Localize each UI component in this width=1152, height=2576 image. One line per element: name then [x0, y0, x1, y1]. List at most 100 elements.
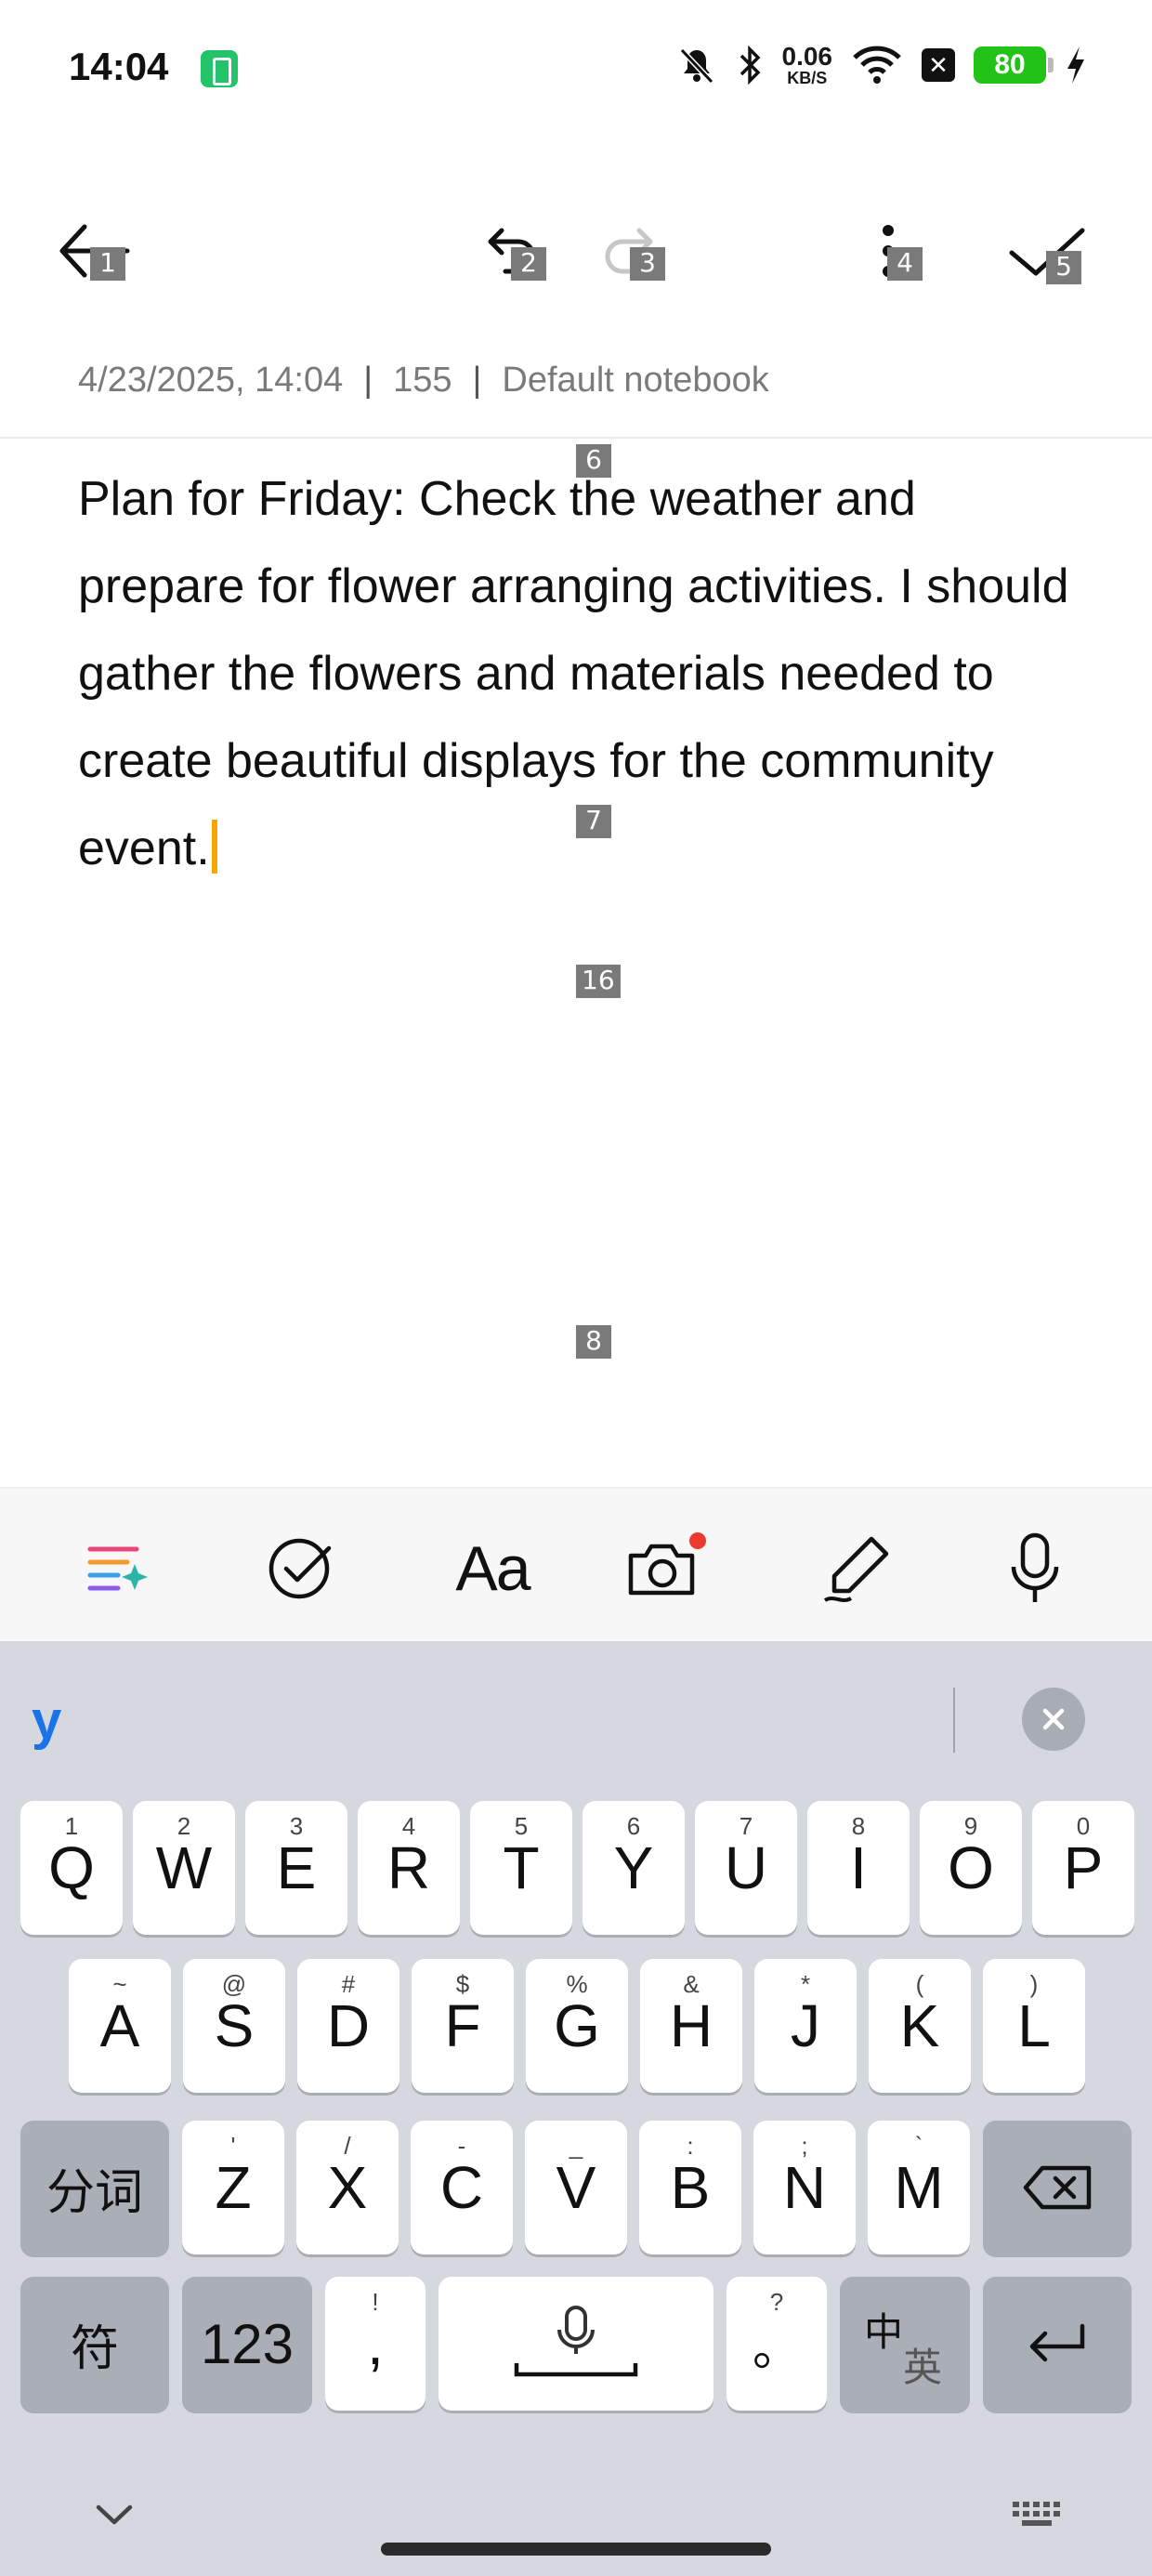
- comma-key[interactable]: ! ,: [325, 2277, 425, 2411]
- close-icon: [1042, 1708, 1065, 1730]
- mute-icon: [676, 45, 717, 85]
- language-switch-key[interactable]: 中 英: [840, 2277, 970, 2411]
- key-label: L: [1017, 1992, 1051, 2059]
- key-label: S: [214, 1992, 255, 2059]
- key-m[interactable]: ` M: [868, 2121, 970, 2254]
- key-f[interactable]: $ F: [412, 1959, 514, 2093]
- format-bar: Aa: [0, 1487, 1152, 1641]
- key-x[interactable]: / X: [296, 2121, 399, 2254]
- status-icons: 0.06 KB/S ✕ 80: [676, 37, 1088, 93]
- key-alt-label: *: [800, 1970, 811, 1998]
- key-label: T: [503, 1834, 540, 1901]
- handwriting-button[interactable]: [812, 1522, 905, 1615]
- key-n[interactable]: ; N: [753, 2121, 856, 2254]
- notebook-selector[interactable]: Default notebook: [502, 361, 768, 401]
- charging-icon: [1065, 45, 1087, 85]
- key-alt-label: `: [914, 2132, 923, 2160]
- key-alt-label: 1: [64, 1812, 79, 1840]
- key-label: X: [327, 2154, 368, 2221]
- meta-separator: |: [363, 361, 373, 400]
- key-label: C: [439, 2154, 484, 2221]
- checklist-button[interactable]: [255, 1522, 347, 1615]
- soft-keyboard: y 1Q2W3E4R5T6Y7U8I9O0P ~ A @ S # D $ F% G & H * J(K)…: [0, 1641, 1152, 2576]
- key-label: I: [850, 1834, 867, 1901]
- text-style-button[interactable]: Aa: [437, 1522, 548, 1615]
- key-q[interactable]: 1Q: [20, 1801, 123, 1935]
- key-label: M: [894, 2154, 944, 2221]
- key-e[interactable]: 3E: [245, 1801, 347, 1935]
- meta-separator: |: [472, 361, 482, 400]
- backspace-icon: [1023, 2165, 1092, 2210]
- element-badge: 2: [511, 247, 546, 281]
- language-switch-en: 英: [903, 2346, 943, 2389]
- key-r[interactable]: 4R: [358, 1801, 460, 1935]
- key-g[interactable]: % G: [526, 1959, 628, 2093]
- key-h[interactable]: & H: [640, 1959, 742, 2093]
- key-d[interactable]: # D: [297, 1959, 399, 2093]
- text-style-icon: Aa: [455, 1533, 530, 1604]
- key-z[interactable]: ' Z: [182, 2121, 284, 2254]
- key-label: D: [326, 1992, 371, 2059]
- element-badge: 3: [630, 247, 665, 281]
- element-badge: 5: [1046, 251, 1081, 284]
- period-key[interactable]: ? 。: [727, 2277, 827, 2411]
- sim-off-icon: ✕: [922, 48, 955, 82]
- wifi-icon: [851, 45, 903, 85]
- network-speed: 0.06 KB/S: [781, 42, 833, 87]
- chevron-down-icon: [96, 2504, 133, 2525]
- element-badge: 1: [90, 247, 125, 281]
- voice-input-button[interactable]: [988, 1522, 1081, 1615]
- key-alt-label: ;: [801, 2132, 808, 2160]
- space-key[interactable]: [439, 2277, 713, 2411]
- bluetooth-icon: [736, 45, 764, 85]
- keyboard-switch-button[interactable]: [1009, 2496, 1067, 2538]
- key-alt-label: :: [687, 2132, 694, 2160]
- camera-button[interactable]: [619, 1522, 712, 1615]
- key-y[interactable]: 6Y: [583, 1801, 685, 1935]
- hide-keyboard-button[interactable]: [89, 2496, 139, 2538]
- key-alt-label: -: [457, 2132, 466, 2160]
- key-u[interactable]: 7U: [695, 1801, 797, 1935]
- key-w[interactable]: 2W: [133, 1801, 235, 1935]
- element-badge: 7: [576, 805, 611, 838]
- key-c[interactable]: -C: [411, 2121, 513, 2254]
- battery-indicator: 80: [974, 46, 1054, 84]
- clear-composition-button[interactable]: [1022, 1688, 1085, 1751]
- key-label: R: [386, 1834, 431, 1901]
- backspace-key[interactable]: [983, 2121, 1132, 2254]
- key-v[interactable]: _ V: [525, 2121, 627, 2254]
- note-char-count: 155: [393, 361, 452, 400]
- key-alt-label: %: [566, 1970, 588, 1998]
- key-a[interactable]: ~ A: [69, 1959, 171, 2093]
- key-alt-label: 2: [177, 1812, 191, 1840]
- home-indicator[interactable]: [381, 2543, 771, 2556]
- key-alt-label: /: [344, 2132, 351, 2160]
- key-j[interactable]: * J: [754, 1959, 857, 2093]
- text-cursor: [211, 820, 217, 874]
- key-label: E: [276, 1834, 317, 1901]
- key-alt-label: 3: [289, 1812, 304, 1840]
- enter-key[interactable]: [983, 2277, 1132, 2411]
- key-s[interactable]: @ S: [183, 1959, 285, 2093]
- ai-format-button[interactable]: [71, 1522, 164, 1615]
- key-t[interactable]: 5T: [470, 1801, 572, 1935]
- key-b[interactable]: :B: [639, 2121, 741, 2254]
- key-alt-label: 5: [514, 1812, 529, 1840]
- key-k[interactable]: (K: [869, 1959, 971, 2093]
- space-mic-icon: [514, 2306, 638, 2377]
- key-label: N: [782, 2154, 827, 2221]
- key-alt-label: 9: [963, 1812, 978, 1840]
- battery-saver-icon: [201, 50, 238, 87]
- key-alt-label: 6: [626, 1812, 641, 1840]
- element-badge: 8: [576, 1325, 611, 1359]
- key-i[interactable]: 8I: [807, 1801, 910, 1935]
- symbols-key[interactable]: 符: [20, 2277, 169, 2411]
- key-label: H: [669, 1992, 713, 2059]
- segment-key-label: 分词: [46, 2165, 143, 2220]
- key-l[interactable]: ) L: [983, 1959, 1085, 2093]
- key-p[interactable]: 0P: [1032, 1801, 1134, 1935]
- network-speed-value: 0.06: [781, 42, 833, 71]
- key-o[interactable]: 9O: [920, 1801, 1022, 1935]
- numbers-key[interactable]: 123: [182, 2277, 312, 2411]
- segment-key[interactable]: 分词: [20, 2121, 169, 2254]
